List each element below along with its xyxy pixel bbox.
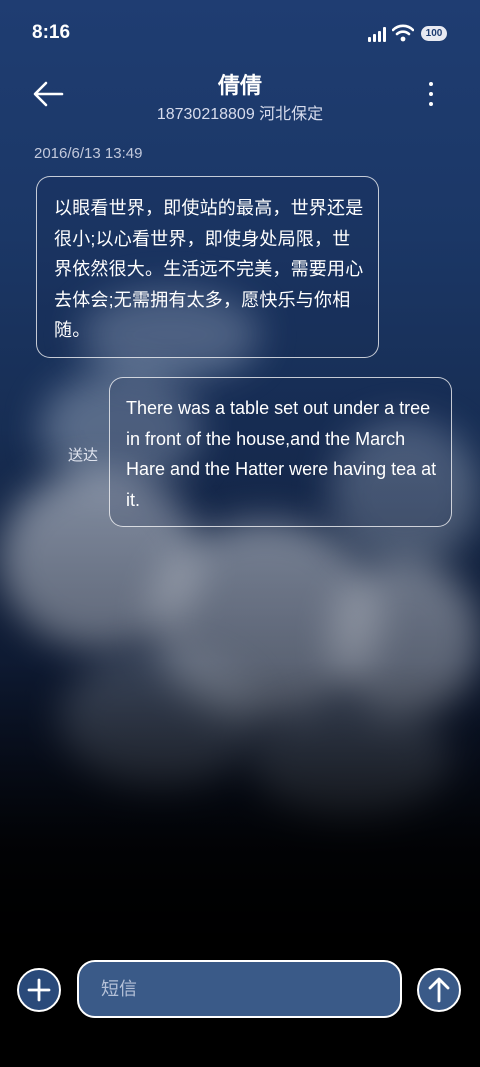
outgoing-message-text: There was a table set out under a tree i… bbox=[126, 398, 437, 510]
status-time: 8:16 bbox=[32, 22, 71, 43]
status-bar: 8:16 100 bbox=[0, 0, 480, 68]
battery-icon: 100 bbox=[421, 26, 447, 41]
incoming-message-text: 以眼看世界，即使站的最高，世界还是很小;以心看世界，即使身处局限，世界依然很大。… bbox=[54, 198, 364, 340]
contact-name: 倩倩 bbox=[217, 73, 262, 98]
incoming-message-bubble[interactable]: 以眼看世界，即使站的最高，世界还是很小;以心看世界，即使身处局限，世界依然很大。… bbox=[36, 176, 379, 358]
conversation-header: 倩倩 18730218809 河北保定 bbox=[0, 60, 480, 130]
message-timestamp: 2016/6/13 13:49 bbox=[34, 145, 143, 162]
plus-icon bbox=[27, 978, 51, 1002]
message-composer bbox=[0, 955, 480, 1025]
signal-icon bbox=[368, 26, 390, 42]
delivery-status: 送达 bbox=[68, 447, 99, 464]
more-options-button[interactable] bbox=[420, 80, 442, 108]
arrow-up-icon bbox=[428, 977, 450, 1003]
outgoing-message-bubble[interactable]: There was a table set out under a tree i… bbox=[109, 377, 452, 527]
contact-detail: 18730218809 河北保定 bbox=[156, 106, 324, 123]
add-attachment-button[interactable] bbox=[17, 968, 61, 1012]
more-vertical-icon bbox=[429, 82, 433, 86]
wifi-icon bbox=[392, 24, 414, 42]
message-input[interactable] bbox=[77, 960, 402, 1018]
send-button[interactable] bbox=[417, 968, 461, 1012]
